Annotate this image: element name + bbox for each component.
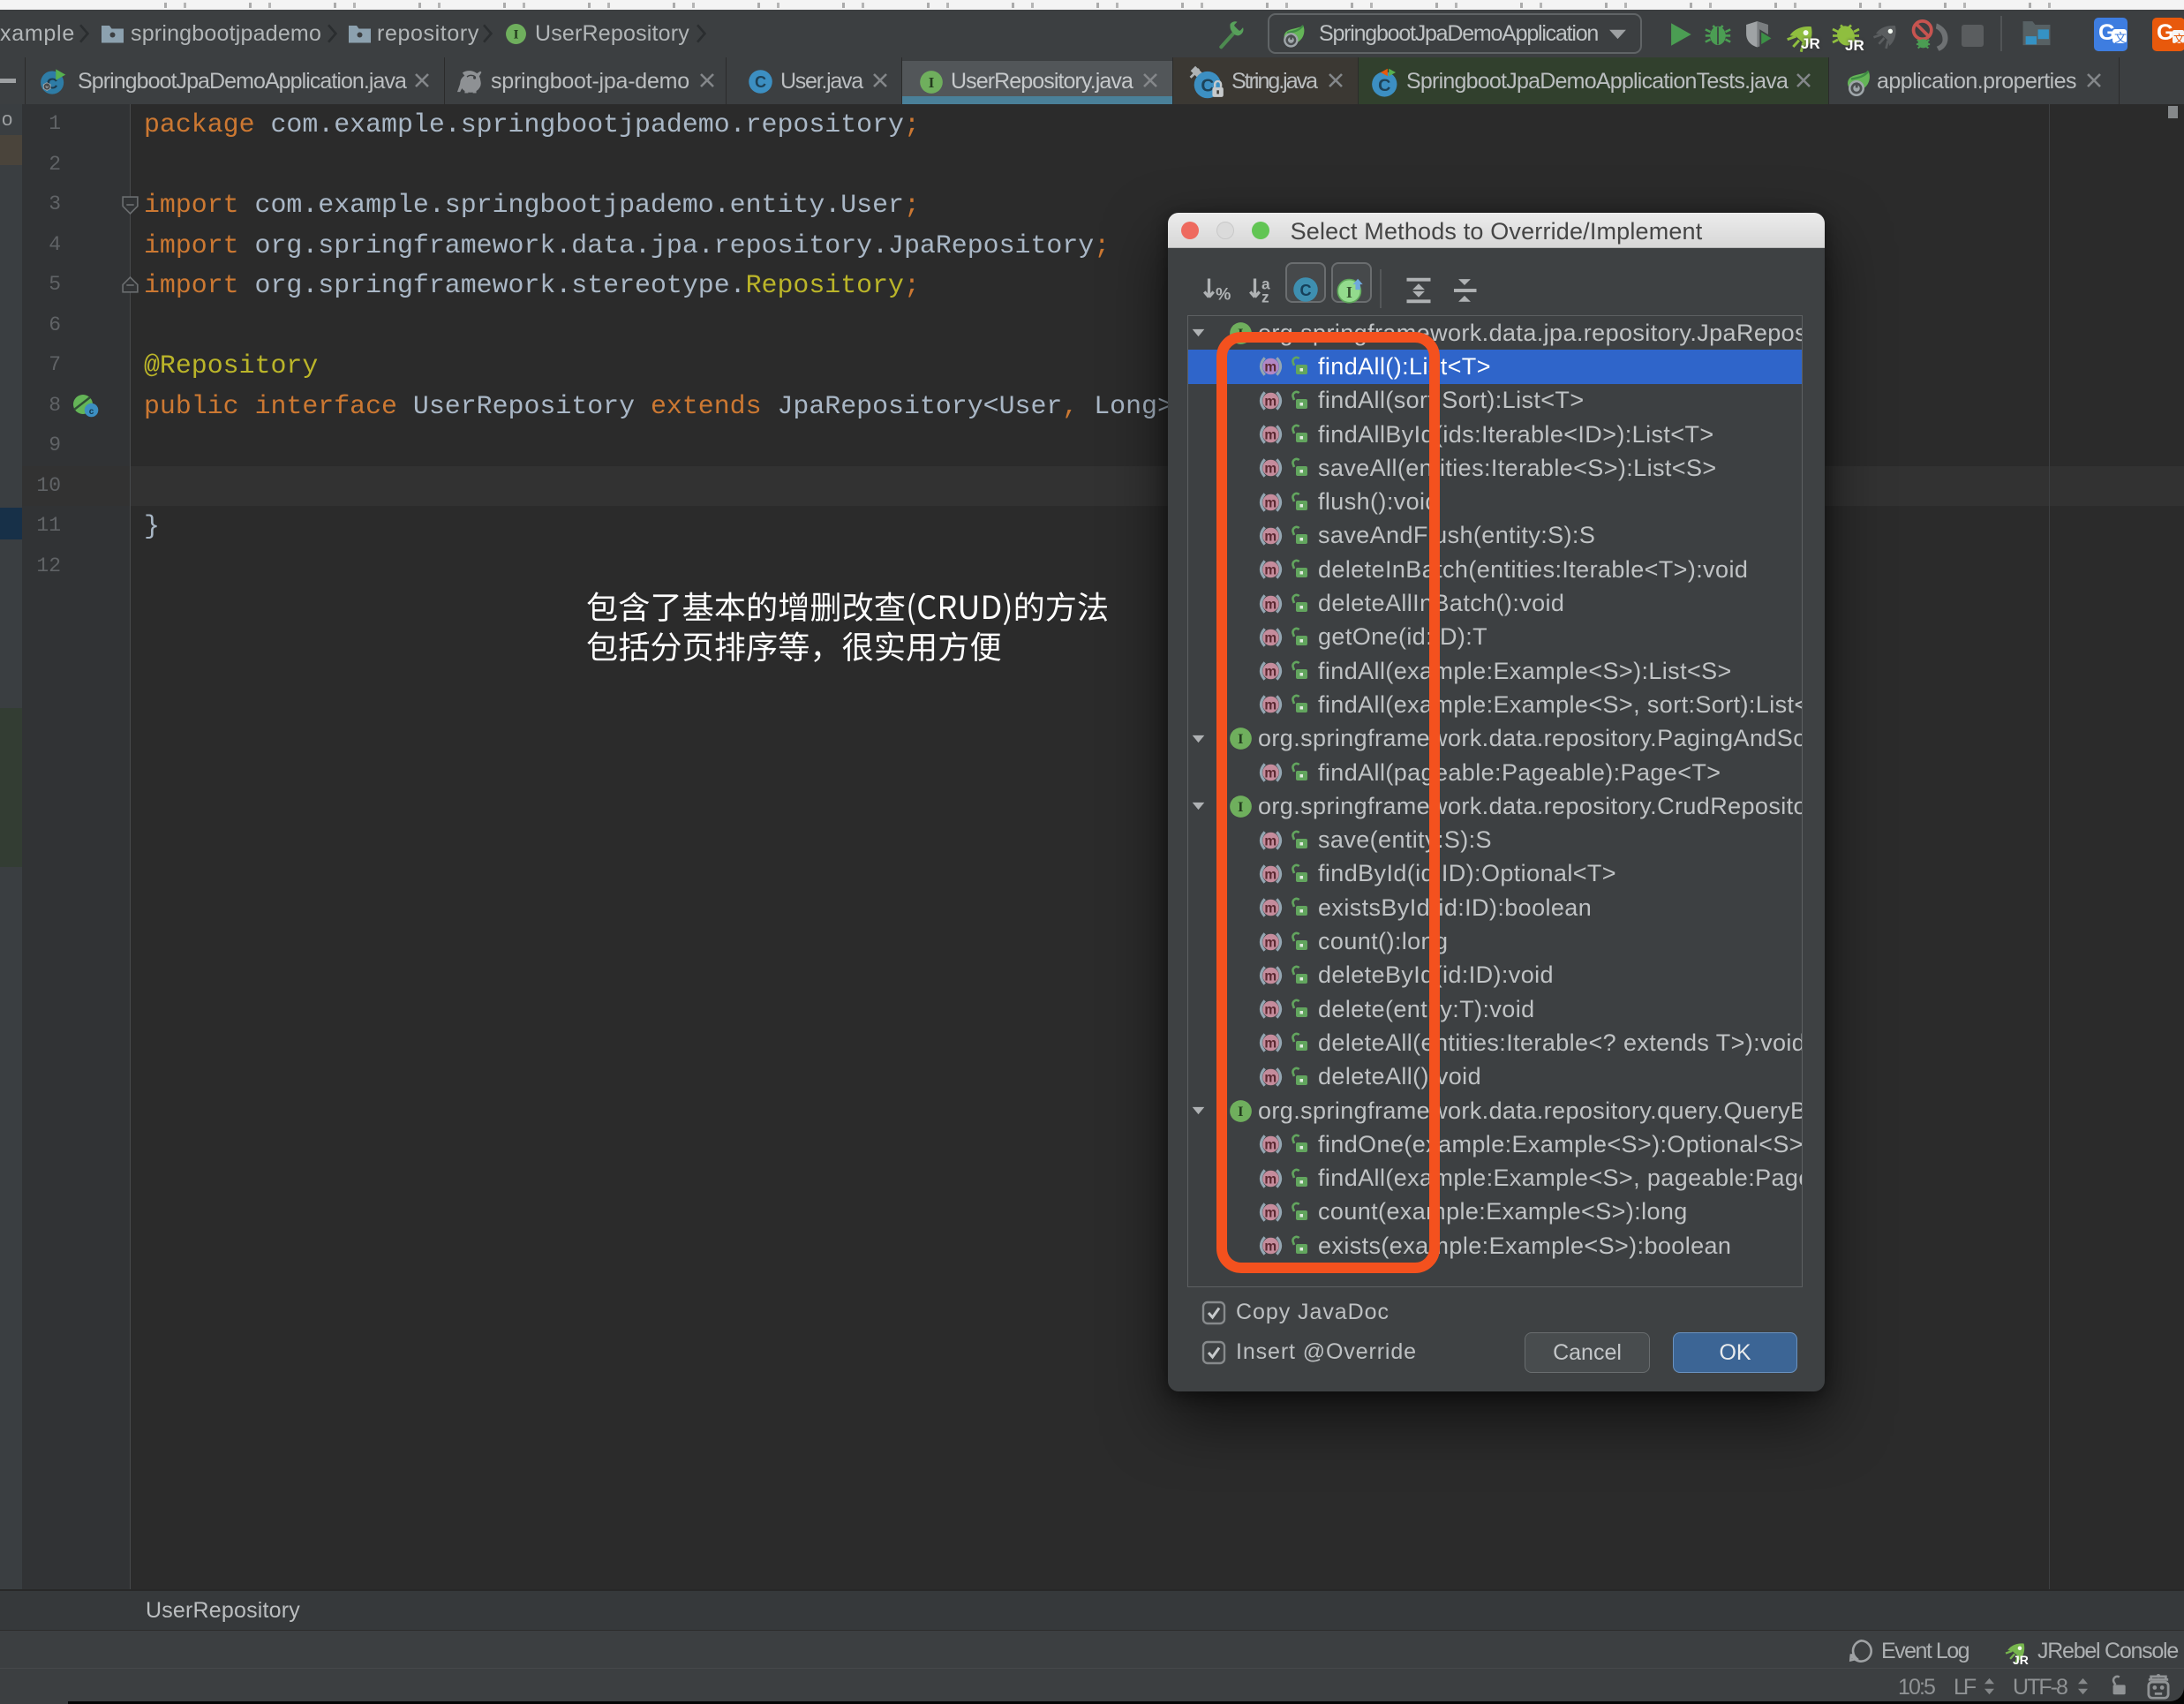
svg-text:I: I [929,74,935,91]
svg-text:I: I [1346,283,1352,301]
svg-text:I: I [514,28,519,42]
svg-text:C: C [1299,282,1311,299]
svg-text:%: % [1216,285,1231,305]
svg-text:c: c [89,407,94,417]
svg-text:C: C [1378,76,1390,95]
svg-text:C: C [755,73,766,91]
svg-text:z: z [1261,289,1269,306]
svg-text:C: C [1201,76,1214,96]
